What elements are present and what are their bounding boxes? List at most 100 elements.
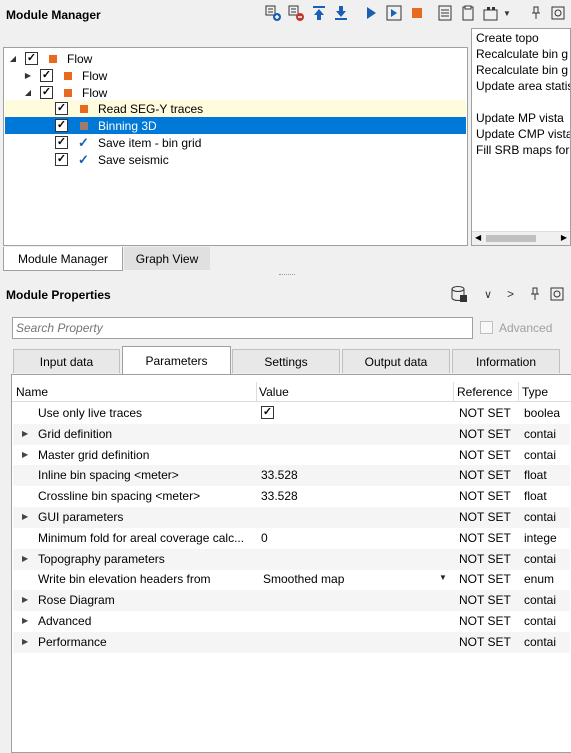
add-module-icon[interactable] [265,5,281,21]
tab-output-data[interactable]: Output data [342,349,450,373]
property-name: Topography parameters [38,551,165,566]
expand-arrow-icon[interactable]: ◢ [23,88,33,97]
expand-arrow-icon[interactable]: ▶ [22,512,28,521]
property-reference: NOT SET [459,447,511,462]
tree-row-save-seismic[interactable]: ✓ ✓ Save seismic [5,151,466,168]
scroll-right-icon[interactable]: ▶ [561,233,567,242]
tab-input-data[interactable]: Input data [13,349,120,373]
table-row[interactable]: Inline bin spacing <meter> 33.528 NOT SET f… [13,465,570,487]
dropdown-arrow-icon[interactable]: ▼ [439,573,447,582]
advanced-label: Advanced [499,321,553,335]
pin-icon[interactable] [528,287,542,304]
tree-checkbox[interactable]: ✓ [55,119,68,132]
move-down-icon[interactable] [333,5,349,21]
property-value[interactable]: 0 [261,531,268,545]
tab-settings[interactable]: Settings [232,349,340,373]
properties-table[interactable]: Name Value Reference Type Use only live … [11,374,571,753]
column-header-reference[interactable]: Reference [457,385,512,399]
expand-arrow-icon[interactable]: ◢ [8,54,18,63]
run-step-icon[interactable] [386,5,402,21]
expand-arrow-icon[interactable]: ▶ [22,450,28,459]
settings-menu-icon[interactable] [483,5,499,21]
stop-icon[interactable] [409,5,425,21]
table-row[interactable]: ▶ Topography parameters NOT SET contai [13,548,570,570]
advanced-checkbox[interactable] [480,321,493,334]
property-value[interactable]: 33.528 [261,468,298,482]
tree-row-save-bin-grid[interactable]: ✓ ✓ Save item - bin grid [5,134,466,151]
table-row[interactable]: ▶ Performance NOT SET contai [13,631,570,653]
pin-icon[interactable] [528,5,544,21]
float-panel-icon[interactable] [550,5,566,21]
splitter-handle[interactable] [279,274,295,277]
table-row[interactable]: Minimum fold for areal coverage calc... 0… [13,528,570,549]
table-row[interactable]: Write bin elevation headers from Smoothed… [13,569,570,590]
property-name: Minimum fold for areal coverage calc... [38,530,245,545]
run-icon[interactable] [363,5,379,21]
tree-checkbox[interactable]: ✓ [55,153,68,166]
tab-label: Parameters [145,353,208,368]
table-row[interactable]: ▶ GUI parameters NOT SET contai [13,507,570,528]
property-reference: NOT SET [459,468,511,483]
chevron-right-icon[interactable]: > [507,287,514,301]
tab-module-manager[interactable]: Module Manager [3,247,123,271]
column-divider[interactable] [453,382,454,402]
collapse-arrow-icon[interactable]: ▶ [23,71,33,80]
tree-row-read-segy[interactable]: ✓ Read SEG-Y traces [5,100,466,117]
expand-arrow-icon[interactable]: ▶ [22,554,28,563]
column-divider[interactable] [256,382,257,402]
table-row[interactable]: Use only live traces ✓ NOT SET boolea [13,403,570,424]
remove-module-icon[interactable] [288,5,304,21]
tree-checkbox[interactable]: ✓ [40,86,53,99]
horizontal-scrollbar[interactable]: ◀ ▶ [472,231,570,245]
database-icon[interactable] [450,285,468,306]
property-value[interactable]: Smoothed map [263,572,344,586]
table-row[interactable]: ▶ Master grid definition NOT SET contai [13,445,570,466]
tab-label: Output data [364,354,428,369]
property-type: contai [524,426,557,441]
table-row[interactable]: Crossline bin spacing <meter> 33.528 NOT S… [13,486,570,507]
tab-parameters[interactable]: Parameters [122,346,231,374]
table-row[interactable]: ▶ Grid definition NOT SET contai [13,423,570,445]
expand-arrow-icon[interactable]: ▶ [22,429,28,438]
tree-checkbox[interactable]: ✓ [40,69,53,82]
tree-row-flow-root[interactable]: ◢ ✓ Flow [5,50,466,67]
scroll-left-icon[interactable]: ◀ [475,233,481,242]
property-reference: NOT SET [459,634,511,649]
table-row[interactable]: ▶ Advanced NOT SET contai [13,611,570,632]
search-property-input[interactable] [12,317,473,339]
column-divider[interactable] [518,382,519,402]
chevron-down-icon[interactable]: ▼ [503,9,511,18]
expand-arrow-icon[interactable]: ▶ [22,637,28,646]
tree-checkbox[interactable]: ✓ [55,102,68,115]
property-checkbox[interactable]: ✓ [261,406,274,419]
tree-row-flow-2[interactable]: ◢ ✓ Flow [5,84,466,101]
tree-row-flow-1[interactable]: ▶ ✓ Flow [5,67,466,84]
module-tree[interactable]: ◢ ✓ Flow ▶ ✓ Flow ◢ ✓ Flow ✓ Read SEG-Y … [3,47,468,246]
column-header-name[interactable]: Name [16,385,48,399]
tree-checkbox[interactable]: ✓ [25,52,38,65]
property-name: Master grid definition [38,447,150,462]
expand-arrow-icon[interactable]: ▶ [22,595,28,604]
column-header-value[interactable]: Value [259,385,289,399]
list-view-icon[interactable] [437,5,453,21]
float-panel-icon[interactable] [550,287,564,304]
tree-row-binning-3d[interactable]: ✓ Binning 3D [5,117,466,134]
table-row[interactable]: ▶ Rose Diagram NOT SET contai [13,590,570,612]
log-line: Update MP vista [476,111,564,125]
tab-graph-view[interactable]: Graph View [124,247,210,270]
scroll-thumb[interactable] [486,235,536,242]
move-up-icon[interactable] [311,5,327,21]
tree-checkbox[interactable]: ✓ [55,136,68,149]
column-header-type[interactable]: Type [522,385,548,399]
tab-information[interactable]: Information [452,349,560,373]
chevron-down-icon[interactable]: ∨ [484,288,492,301]
tree-label: Flow [82,85,108,100]
flow-icon [64,72,72,80]
property-value[interactable]: 33.528 [261,489,298,503]
property-reference: NOT SET [459,551,511,566]
module-manager-title: Module Manager [6,8,101,22]
module-properties-title: Module Properties [6,288,111,302]
clipboard-icon[interactable] [460,5,476,21]
expand-arrow-icon[interactable]: ▶ [22,616,28,625]
